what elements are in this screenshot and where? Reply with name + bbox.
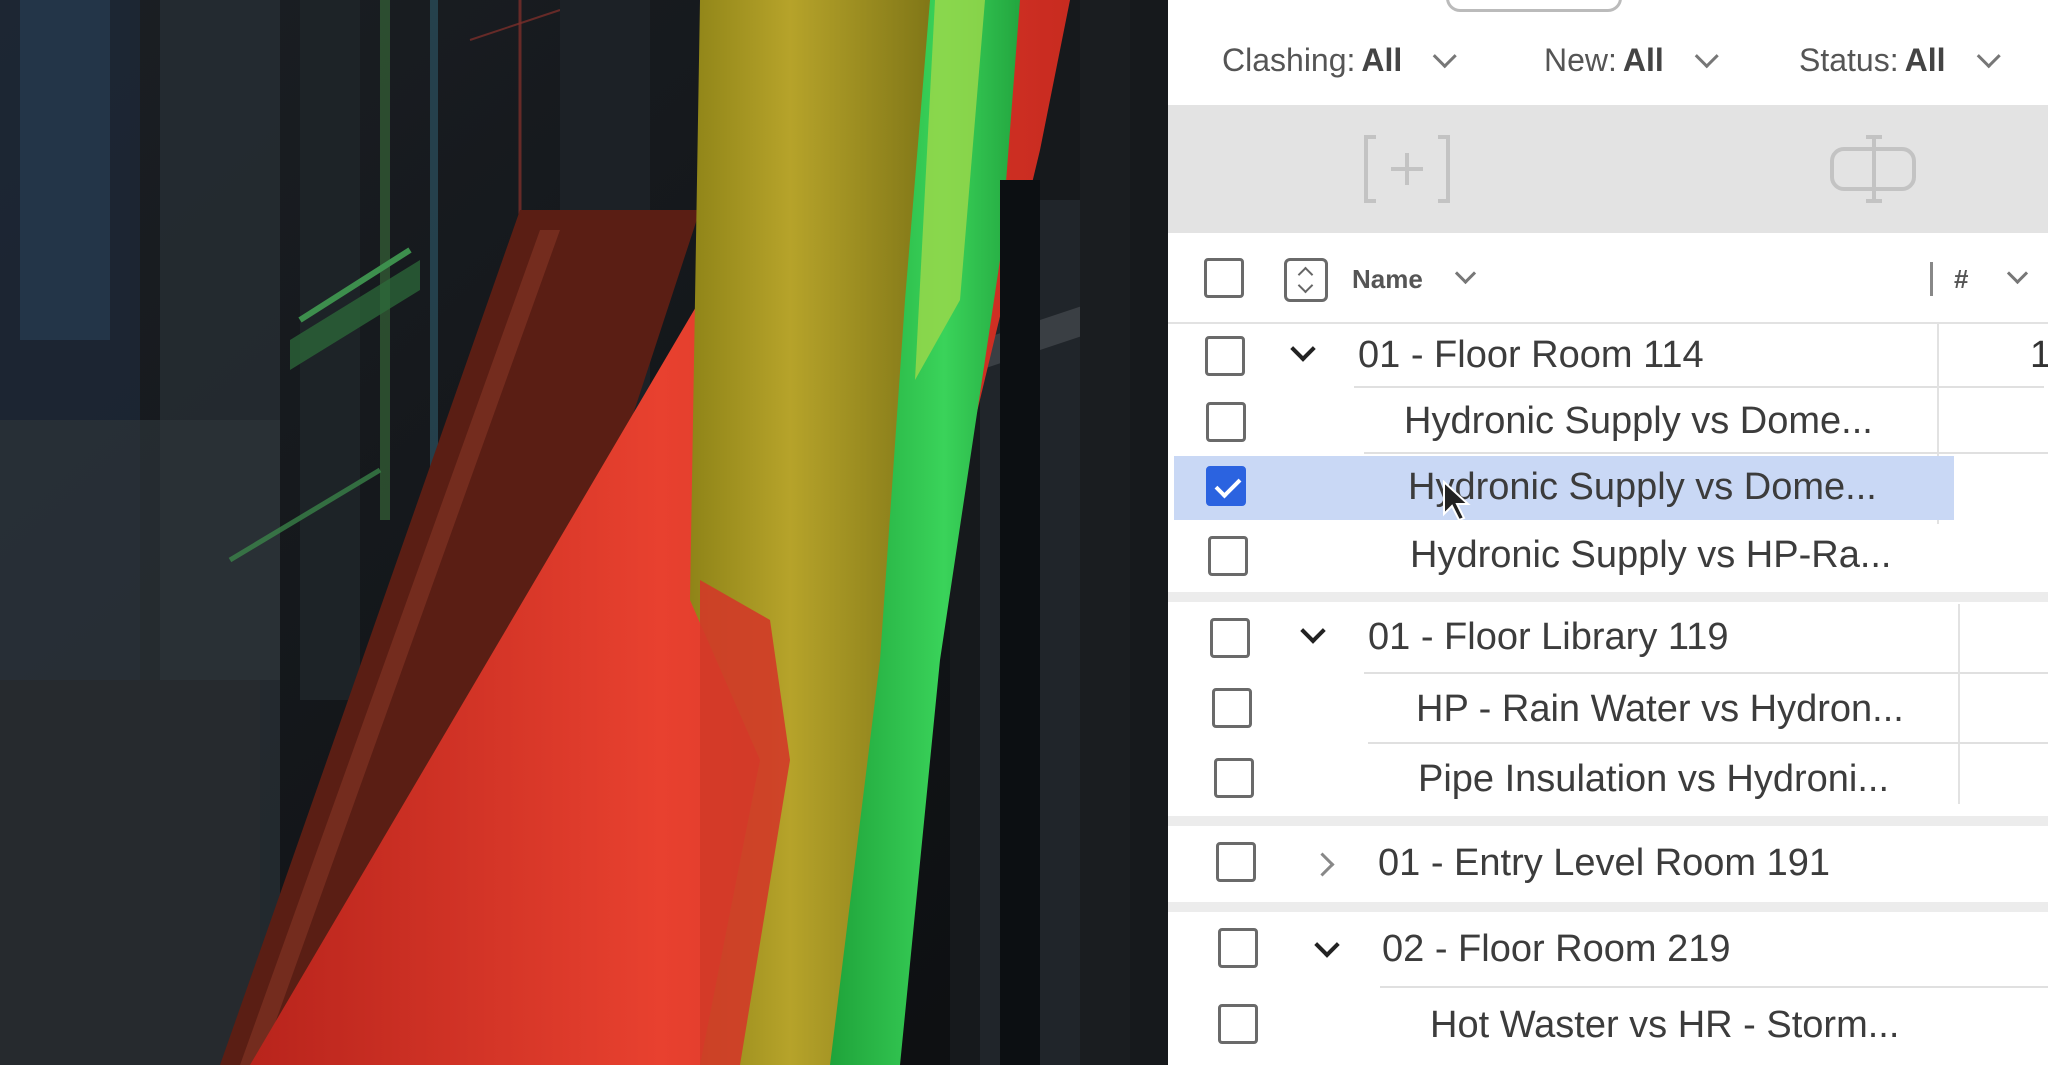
group-checkbox[interactable] xyxy=(1216,842,1256,882)
list-item[interactable]: Hydronic Supply vs Dome... xyxy=(1168,390,2048,454)
chevron-down-icon[interactable] xyxy=(2006,262,2029,285)
chevron-right-icon[interactable] xyxy=(1310,852,1335,877)
item-label: Pipe Insulation vs Hydroni... xyxy=(1418,758,1890,800)
chevron-down-icon[interactable] xyxy=(1290,336,1316,362)
group-label: 01 - Entry Level Room 191 xyxy=(1378,842,1831,884)
chevron-down-icon xyxy=(1976,43,2001,68)
group-label: 01 - Floor Room 114 xyxy=(1358,334,1704,376)
group-row[interactable]: 02 - Floor Room 219 xyxy=(1168,914,2048,988)
expand-collapse-all-button[interactable] xyxy=(1284,258,1328,302)
item-label: HP - Rain Water vs Hydron... xyxy=(1416,688,1904,730)
add-to-group-button[interactable] xyxy=(1362,133,1452,205)
item-checkbox[interactable] xyxy=(1218,1004,1258,1044)
group-checkbox[interactable] xyxy=(1210,618,1250,658)
item-checkbox-checked[interactable] xyxy=(1206,466,1246,506)
item-checkbox[interactable] xyxy=(1212,688,1252,728)
3d-model-viewport[interactable] xyxy=(0,0,1168,1065)
status-filter-dropdown[interactable]: Status: All xyxy=(1799,40,2001,80)
clash-scene xyxy=(0,0,1168,1065)
clash-groups-panel: Clashing: All New: All Status: All Name … xyxy=(1168,0,2048,1065)
list-item[interactable]: Pipe Insulation vs Hydroni... xyxy=(1168,746,2048,814)
chevron-down-icon xyxy=(1433,43,1458,68)
item-label: Hydronic Supply vs Dome... xyxy=(1404,400,1873,442)
group-row[interactable]: 01 - Floor Library 119 xyxy=(1168,604,2048,674)
item-checkbox[interactable] xyxy=(1214,758,1254,798)
panel-top-pill-button[interactable] xyxy=(1446,0,1622,12)
status-filter-value: All xyxy=(1904,41,1946,78)
group-count: 1 xyxy=(2030,334,2048,376)
chevron-down-icon[interactable] xyxy=(1314,932,1340,958)
clashing-filter-dropdown[interactable]: Clashing: All xyxy=(1222,40,1458,80)
item-checkbox[interactable] xyxy=(1208,536,1248,576)
new-filter-dropdown[interactable]: New: All xyxy=(1544,40,1719,80)
list-item-selected[interactable]: Hydronic Supply vs Dome... xyxy=(1174,456,1954,520)
table-header: Name # xyxy=(1168,236,2048,324)
item-checkbox[interactable] xyxy=(1206,402,1246,442)
split-group-button[interactable] xyxy=(1828,133,1918,205)
group-row[interactable]: 01 - Floor Room 114 1 xyxy=(1168,324,2048,388)
split-group-icon xyxy=(1830,135,1916,203)
group-checkbox[interactable] xyxy=(1218,928,1258,968)
group-checkbox[interactable] xyxy=(1205,336,1245,376)
column-divider[interactable] xyxy=(1930,262,1933,296)
group-row[interactable]: 01 - Entry Level Room 191 xyxy=(1168,828,2048,902)
chevron-down-icon[interactable] xyxy=(1454,262,1477,285)
add-to-group-icon xyxy=(1364,135,1450,203)
name-column-header[interactable]: Name xyxy=(1352,264,1423,295)
new-filter-label: New: xyxy=(1544,41,1617,78)
chevron-down-icon[interactable] xyxy=(1300,618,1326,644)
list-item[interactable]: Hot Waster vs HR - Storm... xyxy=(1168,990,2048,1064)
list-item[interactable]: HP - Rain Water vs Hydron... xyxy=(1168,676,2048,744)
status-filter-label: Status: xyxy=(1799,41,1899,78)
filter-bar: Clashing: All New: All Status: All xyxy=(1168,18,2048,102)
item-label: Hydronic Supply vs HP-Ra... xyxy=(1410,534,1892,576)
group-label: 02 - Floor Room 219 xyxy=(1382,928,1731,970)
chevron-down-icon xyxy=(1694,43,1719,68)
item-label: Hot Waster vs HR - Storm... xyxy=(1430,1004,1900,1046)
group-label: 01 - Floor Library 119 xyxy=(1368,616,1729,658)
count-column-header[interactable]: # xyxy=(1954,264,1968,295)
clashing-filter-label: Clashing: xyxy=(1222,41,1356,78)
group-toolbar xyxy=(1168,105,2048,233)
new-filter-value: All xyxy=(1622,41,1664,78)
list-item[interactable]: Hydronic Supply vs HP-Ra... xyxy=(1168,524,2048,588)
clashing-filter-value: All xyxy=(1361,41,1403,78)
select-all-checkbox[interactable] xyxy=(1204,258,1244,298)
